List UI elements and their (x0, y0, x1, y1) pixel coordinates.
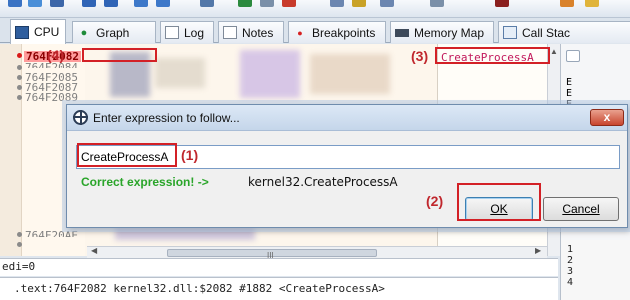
blurred-instructions (240, 50, 300, 98)
disasm-address[interactable]: 764F20AE (25, 230, 78, 237)
disasm-horizontal-scrollbar[interactable]: ◀ III ▶ (87, 246, 547, 260)
toolbar-close-icon[interactable] (50, 0, 64, 7)
info-line-register: edi=0 (0, 258, 558, 276)
tab-cpu-label: CPU (34, 25, 60, 39)
tab-breakpoints[interactable]: ● Breakpoints (288, 21, 386, 43)
scroll-up-arrow-icon[interactable]: ▲ (550, 47, 558, 56)
tab-call-stack[interactable]: Call Stac (498, 21, 630, 43)
highlight-box-2 (457, 183, 541, 221)
cancel-button[interactable]: Cancel (543, 197, 619, 221)
close-icon: x (603, 110, 611, 124)
toolbar-pause-icon[interactable] (104, 0, 118, 7)
toolbar-open-icon[interactable] (8, 0, 22, 7)
annotation-label-4: (4) (47, 47, 65, 63)
log-icon (165, 26, 179, 39)
highlight-box-3 (435, 47, 550, 64)
stack-row-number: 2 (567, 255, 574, 266)
scroll-thumb[interactable]: III (167, 249, 377, 260)
tab-log-label: Log (184, 25, 205, 40)
graph-icon: ● (80, 26, 88, 39)
tab-strip: CPU ● Graph Log Notes ● Breakpoints Memo… (0, 18, 630, 44)
register-name: E (566, 77, 573, 88)
scroll-left-arrow-icon[interactable]: ◀ (91, 246, 97, 255)
tab-notes[interactable]: Notes (218, 21, 284, 43)
stack-row-number: 1 (567, 244, 574, 255)
toolbar-settings-icon[interactable] (495, 0, 509, 7)
stack-row-number: 4 (567, 277, 574, 288)
toolbar-bookmark-icon[interactable] (330, 0, 344, 7)
toolbar-trace-icon[interactable] (200, 0, 214, 7)
tab-graph-label: Graph (96, 25, 130, 40)
tab-memory-map[interactable]: Memory Map (390, 21, 494, 43)
scroll-right-arrow-icon[interactable]: ▶ (535, 246, 541, 255)
cpu-icon (15, 25, 29, 39)
blurred-instructions (115, 226, 255, 240)
call-stack-icon (503, 26, 517, 39)
toolbar-step-over-icon[interactable] (156, 0, 170, 7)
tab-graph[interactable]: ● Graph (72, 21, 156, 43)
memory-map-icon (395, 28, 409, 37)
crosshair-icon (73, 110, 88, 125)
row-dot-icon (17, 95, 22, 100)
toolbar-step-into-icon[interactable] (134, 0, 148, 7)
toolbar-script-icon[interactable] (380, 0, 394, 7)
toolbar-find-icon[interactable] (430, 0, 444, 7)
blurred-bytes (155, 58, 205, 88)
toolbar-help-icon[interactable] (585, 0, 599, 7)
breakpoint-dot-icon[interactable] (17, 53, 22, 58)
annotation-label-1: (1) (181, 147, 199, 163)
row-dot-icon (17, 65, 22, 70)
tab-cpu[interactable]: CPU (10, 19, 66, 44)
disasm-address[interactable]: 764F2089 (25, 92, 78, 103)
blurred-instructions (310, 54, 390, 94)
toolbar-run-icon[interactable] (82, 0, 96, 7)
row-dot-icon (17, 242, 22, 247)
toolbar-edit-icon[interactable] (560, 0, 574, 7)
tab-breakpoints-label: Breakpoints (312, 25, 376, 40)
annotation-label-2: (2) (426, 193, 444, 209)
tab-log[interactable]: Log (160, 21, 214, 43)
notes-icon (223, 26, 237, 39)
row-dot-icon (17, 85, 22, 90)
toolbar-label-icon[interactable] (282, 0, 296, 7)
register-name: E (566, 88, 573, 99)
dialog-close-button[interactable]: x (590, 109, 624, 126)
toolbar-function-icon[interactable] (352, 0, 366, 7)
stack-row-number: 3 (567, 266, 574, 277)
register-view-button[interactable] (566, 50, 580, 62)
tab-call-stack-label: Call Stac (522, 25, 571, 40)
highlight-box-1 (77, 143, 177, 167)
tab-notes-label: Notes (242, 25, 274, 40)
toolbar (0, 0, 630, 18)
row-dot-icon (17, 75, 22, 80)
toolbar-patch-icon[interactable] (238, 0, 252, 7)
info-line-address: .text:764F2082 kernel32.dll:$2082 #1882 … (0, 277, 558, 300)
tab-memory-map-label: Memory Map (414, 25, 485, 40)
annotation-label-3: (3) (411, 48, 429, 64)
dialog-title: Enter expression to follow... (93, 111, 240, 125)
expression-status: Correct expression! -> (81, 175, 209, 189)
toolbar-restart-icon[interactable] (28, 0, 42, 7)
highlight-box-4 (82, 48, 157, 62)
cancel-button-label: Cancel (562, 202, 600, 216)
row-dot-icon (17, 232, 22, 237)
stack-pane: 1 2 3 4 (560, 240, 630, 300)
breakpoint-dot-icon: ● (297, 27, 303, 38)
x64dbg-window: CPU ● Graph Log Notes ● Breakpoints Memo… (0, 0, 630, 300)
expression-resolved-value: kernel32.CreateProcessA (248, 175, 398, 189)
toolbar-comment-icon[interactable] (260, 0, 274, 7)
dialog-title-bar[interactable]: Enter expression to follow... x (67, 105, 627, 131)
